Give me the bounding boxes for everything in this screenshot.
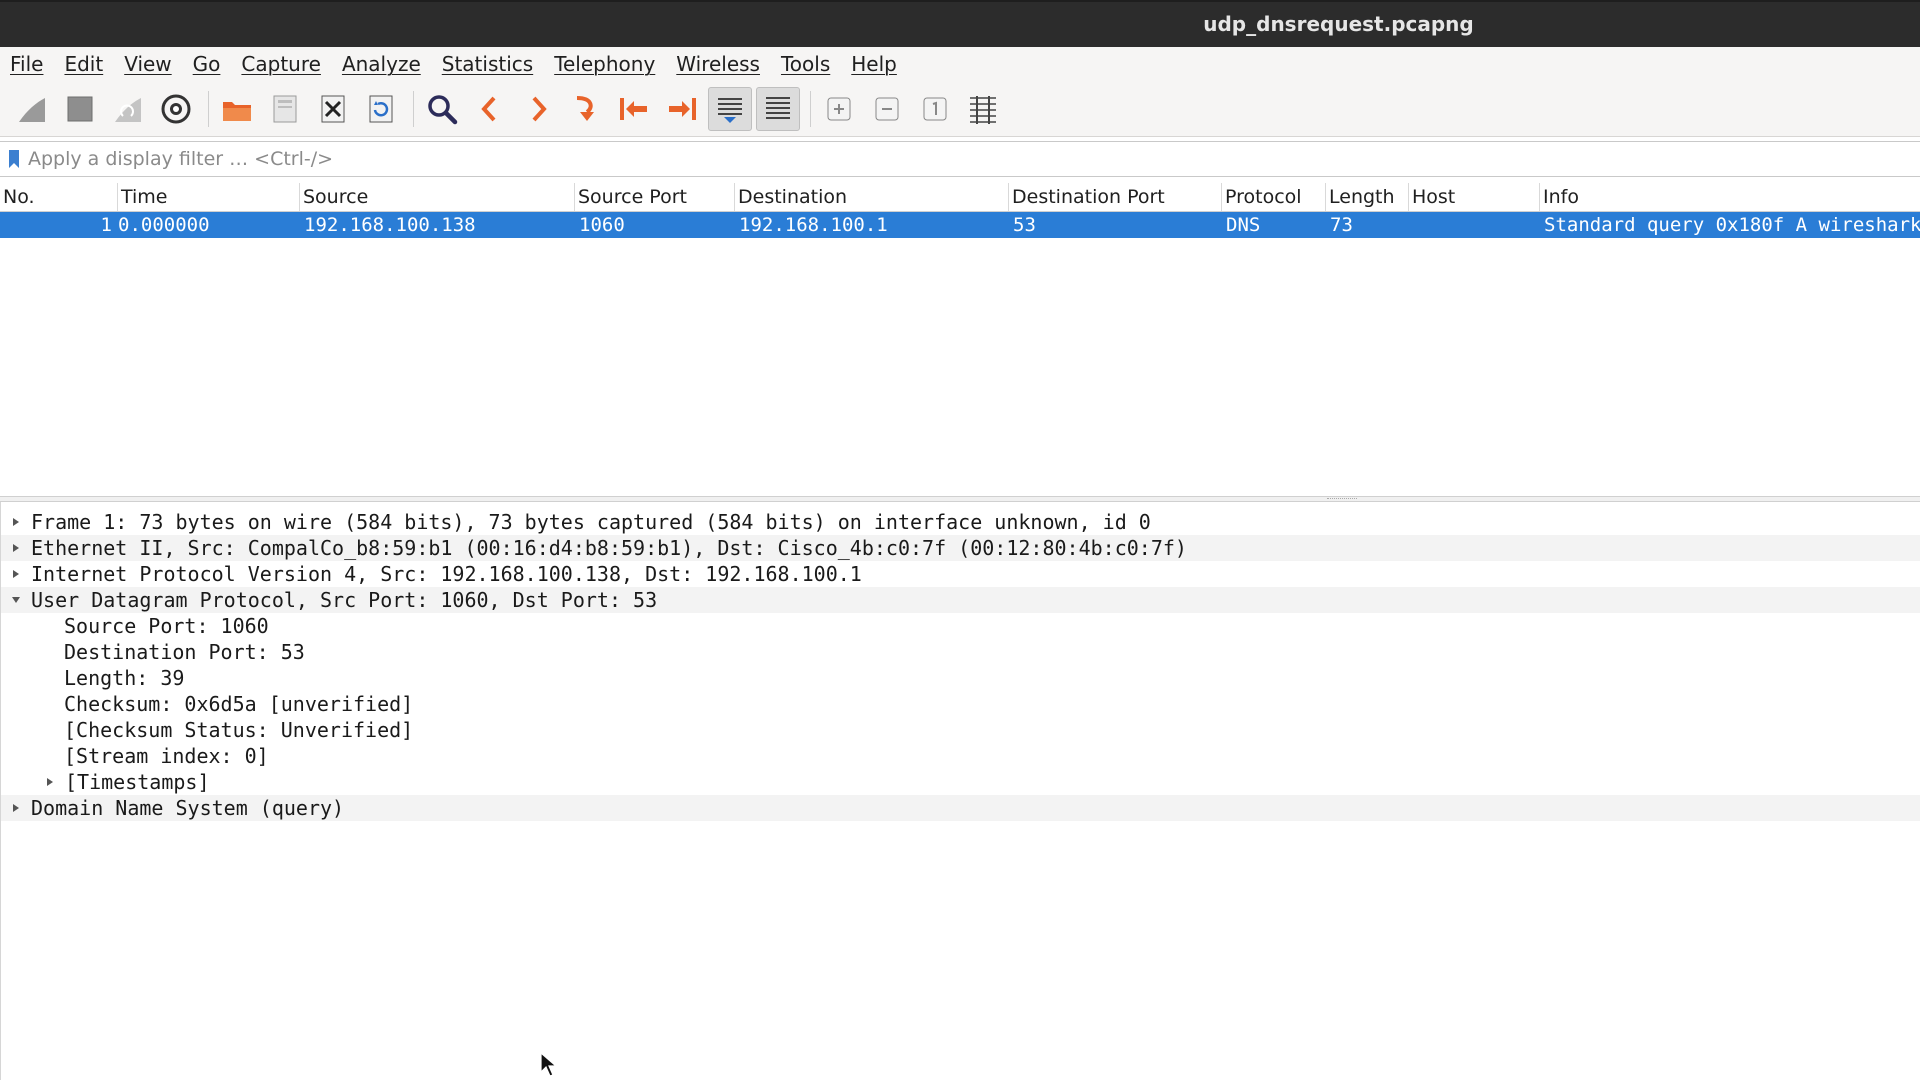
menu-telephony[interactable]: Telephony xyxy=(550,52,659,76)
menu-tools[interactable]: Tools xyxy=(777,52,834,76)
autoscroll-icon[interactable] xyxy=(708,86,752,131)
column-header-source[interactable]: Source xyxy=(300,183,575,211)
resize-columns-icon[interactable] xyxy=(961,87,1005,131)
packet-length: 73 xyxy=(1330,214,1353,236)
tree-item-dns[interactable]: Domain Name System (query) xyxy=(1,795,1920,821)
tree-item-label: Domain Name System (query) xyxy=(31,796,345,820)
packet-destination: 192.168.100.1 xyxy=(739,214,888,236)
expand-arrow-icon[interactable] xyxy=(1,517,31,527)
toolbar-separator xyxy=(413,90,414,127)
packet-protocol: DNS xyxy=(1226,214,1261,236)
column-header-source-port[interactable]: Source Port xyxy=(575,183,735,211)
zoom-in-icon[interactable] xyxy=(817,87,861,131)
menu-help[interactable]: Help xyxy=(847,52,901,76)
column-header-time[interactable]: Time xyxy=(118,183,300,211)
tree-field-source-port[interactable]: Source Port: 1060 xyxy=(1,613,1920,639)
tree-field-label: Checksum: 0x6d5a [unverified] xyxy=(64,692,414,716)
expand-arrow-icon[interactable] xyxy=(1,569,31,579)
bookmark-icon[interactable] xyxy=(0,142,28,176)
column-header-no[interactable]: No. xyxy=(0,183,118,211)
menu-statistics[interactable]: Statistics xyxy=(438,52,537,76)
normal-size-icon[interactable] xyxy=(913,87,957,131)
go-forward-icon[interactable] xyxy=(516,87,560,131)
packet-details-tree: Frame 1: 73 bytes on wire (584 bits), 73… xyxy=(0,502,1920,1080)
last-packet-icon[interactable] xyxy=(660,87,704,131)
toolbar-separator xyxy=(810,90,811,127)
open-folder-icon[interactable] xyxy=(215,87,259,131)
tree-field-label: [Checksum Status: Unverified] xyxy=(64,718,414,742)
expand-arrow-icon[interactable] xyxy=(1,803,31,813)
tree-field-checksum[interactable]: Checksum: 0x6d5a [unverified] xyxy=(1,691,1920,717)
packet-row-selected[interactable]: 1 0.000000 192.168.100.138 1060 192.168.… xyxy=(0,212,1920,238)
capture-options-gear-icon[interactable] xyxy=(154,87,198,131)
find-packet-icon[interactable] xyxy=(420,87,464,131)
shark-fin-restart-icon[interactable] xyxy=(106,87,150,131)
tree-item-label: Ethernet II, Src: CompalCo_b8:59:b1 (00:… xyxy=(31,536,1187,560)
tree-item-udp[interactable]: User Datagram Protocol, Src Port: 1060, … xyxy=(1,587,1920,613)
colorize-icon[interactable] xyxy=(756,86,800,131)
tree-item-label: [Timestamps] xyxy=(65,770,210,794)
menu-edit[interactable]: Edit xyxy=(60,52,107,76)
packet-destination-port: 53 xyxy=(1013,214,1036,236)
tree-field-checksum-status[interactable]: [Checksum Status: Unverified] xyxy=(1,717,1920,743)
menu-wireless[interactable]: Wireless xyxy=(672,52,764,76)
tree-field-label: [Stream index: 0] xyxy=(64,744,269,768)
window-title: udp_dnsrequest.pcapng xyxy=(1203,12,1474,36)
menu-bar: File Edit View Go Capture Analyze Statis… xyxy=(0,47,1920,81)
column-header-info[interactable]: Info xyxy=(1540,183,1920,211)
menu-capture[interactable]: Capture xyxy=(237,52,325,76)
packet-time: 0.000000 xyxy=(118,214,210,236)
packet-host xyxy=(1409,212,1540,238)
menu-file[interactable]: File xyxy=(6,52,47,76)
close-file-icon[interactable] xyxy=(311,87,355,131)
display-filter-input[interactable] xyxy=(28,143,1920,175)
tree-item-ethernet[interactable]: Ethernet II, Src: CompalCo_b8:59:b1 (00:… xyxy=(1,535,1920,561)
tree-item-ip[interactable]: Internet Protocol Version 4, Src: 192.16… xyxy=(1,561,1920,587)
menu-go[interactable]: Go xyxy=(189,52,225,76)
display-filter-bar xyxy=(0,141,1920,177)
reload-icon[interactable] xyxy=(359,87,403,131)
tree-field-label: Length: 39 xyxy=(64,666,185,690)
packet-info: Standard query 0x180f A wireshark.org xyxy=(1544,214,1920,236)
go-to-packet-icon[interactable] xyxy=(564,87,608,131)
save-file-icon[interactable] xyxy=(263,87,307,131)
column-header-destination-port[interactable]: Destination Port xyxy=(1009,183,1222,211)
tree-field-label: Source Port: 1060 xyxy=(64,614,269,638)
menu-analyze[interactable]: Analyze xyxy=(338,52,425,76)
tree-item-timestamps[interactable]: [Timestamps] xyxy=(1,769,1920,795)
toolbar-separator xyxy=(208,90,209,127)
first-packet-icon[interactable] xyxy=(612,87,656,131)
zoom-out-icon[interactable] xyxy=(865,87,909,131)
tree-field-destination-port[interactable]: Destination Port: 53 xyxy=(1,639,1920,665)
shark-fin-start-icon[interactable] xyxy=(10,87,54,131)
tree-item-frame[interactable]: Frame 1: 73 bytes on wire (584 bits), 73… xyxy=(1,509,1920,535)
go-back-icon[interactable] xyxy=(468,87,512,131)
collapse-arrow-icon[interactable] xyxy=(1,595,31,605)
column-header-host[interactable]: Host xyxy=(1409,183,1540,211)
tree-field-stream-index[interactable]: [Stream index: 0] xyxy=(1,743,1920,769)
expand-arrow-icon[interactable] xyxy=(1,543,31,553)
packet-source-port: 1060 xyxy=(579,214,625,236)
tree-field-length[interactable]: Length: 39 xyxy=(1,665,1920,691)
packet-list: No. Time Source Source Port Destination … xyxy=(0,183,1920,496)
tree-field-label: Destination Port: 53 xyxy=(64,640,305,664)
expand-arrow-icon[interactable] xyxy=(35,777,65,787)
menu-view[interactable]: View xyxy=(120,52,175,76)
packet-source: 192.168.100.138 xyxy=(304,214,476,236)
column-header-destination[interactable]: Destination xyxy=(735,183,1009,211)
title-bar: udp_dnsrequest.pcapng xyxy=(0,0,1920,47)
packet-no: 1 xyxy=(100,214,112,236)
main-toolbar xyxy=(0,81,1920,137)
tree-item-label: User Datagram Protocol, Src Port: 1060, … xyxy=(31,588,658,612)
packet-list-header: No. Time Source Source Port Destination … xyxy=(0,183,1920,212)
stop-square-icon[interactable] xyxy=(58,87,102,131)
column-header-length[interactable]: Length xyxy=(1326,183,1409,211)
column-header-protocol[interactable]: Protocol xyxy=(1222,183,1326,211)
mouse-cursor-icon xyxy=(540,1052,558,1077)
tree-item-label: Internet Protocol Version 4, Src: 192.16… xyxy=(31,562,862,586)
tree-item-label: Frame 1: 73 bytes on wire (584 bits), 73… xyxy=(31,510,1151,534)
